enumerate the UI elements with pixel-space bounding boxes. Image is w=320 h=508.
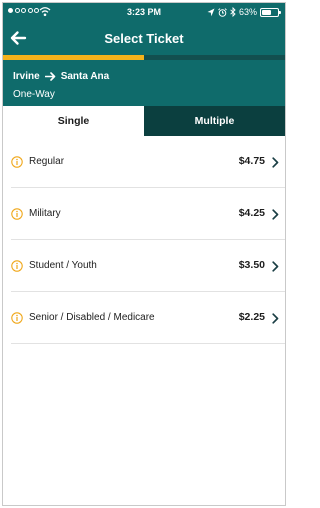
ticket-price: $2.25 [238, 311, 265, 323]
ticket-label: Military [29, 208, 61, 219]
info-icon[interactable] [11, 208, 23, 220]
ticket-tabs: Single Multiple [3, 106, 285, 136]
location-arrow-icon [207, 8, 215, 16]
arrow-right-icon [44, 72, 55, 81]
route-line: Irvine Santa Ana [13, 71, 109, 82]
ticket-label: Senior / Disabled / Medicare [29, 312, 155, 323]
ticket-price: $4.25 [238, 207, 265, 219]
chevron-right-icon [272, 261, 279, 272]
trip-type: One-Way [13, 89, 55, 100]
route-origin: Irvine [13, 71, 40, 82]
status-bar: 3:23 PM 63% [3, 3, 285, 21]
info-icon[interactable] [11, 156, 23, 168]
chevron-right-icon [272, 157, 279, 168]
ticket-label: Student / Youth [29, 260, 97, 271]
status-icons: 63% [207, 6, 281, 18]
ticket-row-senior-disabled-medicare[interactable]: Senior / Disabled / Medicare $2.25 [3, 292, 285, 344]
info-icon[interactable] [11, 260, 23, 272]
phone-screen: 3:23 PM 63% Select Ticket Irvine Santa A… [2, 2, 286, 506]
tab-single[interactable]: Single [3, 106, 144, 136]
ticket-price: $3.50 [238, 259, 265, 271]
route-summary: Irvine Santa Ana One-Way [3, 60, 285, 106]
ticket-row-regular[interactable]: Regular $4.75 [3, 136, 285, 188]
bluetooth-icon [230, 7, 236, 17]
page-title: Select Ticket [104, 31, 184, 46]
chevron-right-icon [272, 313, 279, 324]
tab-multiple[interactable]: Multiple [144, 106, 285, 136]
ticket-list: Regular $4.75 Military $4.25 Student / Y… [3, 136, 285, 344]
info-icon[interactable] [11, 312, 23, 324]
battery-percent: 63% [238, 7, 257, 17]
battery-icon [260, 7, 281, 17]
nav-bar: Select Ticket [3, 21, 285, 55]
chevron-right-icon [272, 209, 279, 220]
ticket-row-military[interactable]: Military $4.25 [3, 188, 285, 240]
route-destination: Santa Ana [60, 71, 110, 82]
ticket-price: $4.75 [238, 155, 265, 167]
alarm-icon [218, 7, 227, 17]
ticket-label: Regular [29, 156, 65, 167]
ticket-row-student-youth[interactable]: Student / Youth $3.50 [3, 240, 285, 292]
